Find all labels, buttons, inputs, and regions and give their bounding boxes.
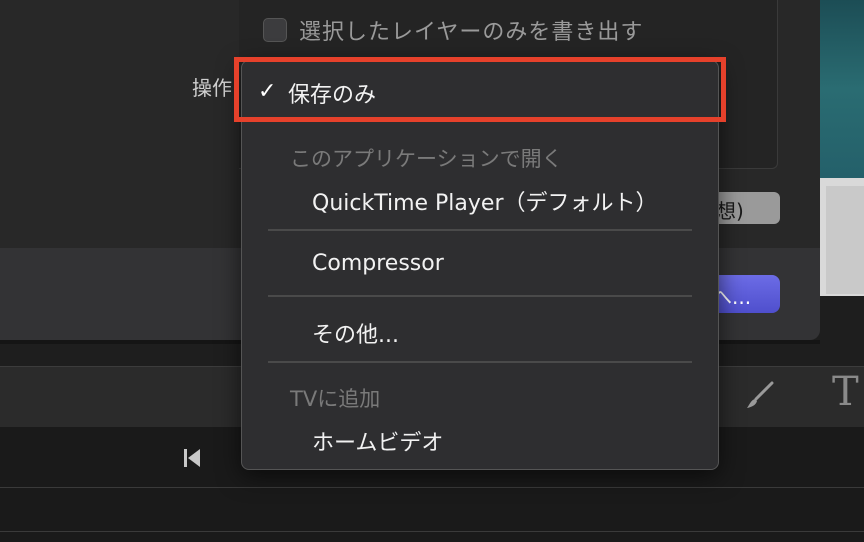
check-icon: ✓ (258, 79, 277, 104)
export-selected-layers-row[interactable]: 選択したレイヤーのみを書き出す (263, 14, 643, 46)
export-selected-layers-label: 選択したレイヤーのみを書き出す (299, 20, 644, 45)
menu-item-quicktime[interactable]: QuickTime Player（デフォルト） (312, 185, 658, 217)
prev-frame-icon[interactable] (182, 447, 202, 469)
menu-item-other[interactable]: その他... (312, 317, 399, 349)
open-with-heading: このアプリケーションで開く (290, 147, 563, 171)
menu-item-home-video[interactable]: ホームビデオ (312, 425, 443, 457)
menu-separator (268, 295, 692, 297)
operation-label: 操作 (192, 76, 232, 100)
operation-dropdown-menu: ✓ 保存のみ このアプリケーションで開く QuickTime Player（デフ… (241, 60, 719, 470)
text-tool-icon[interactable]: T (832, 372, 859, 412)
timeline-divider (0, 487, 864, 488)
partial-popup-label: 想) (716, 199, 744, 223)
tv-heading: TVに追加 (290, 387, 381, 411)
menu-item-save-only[interactable]: ✓ 保存のみ (244, 67, 716, 115)
brush-icon[interactable] (744, 380, 776, 412)
menu-item-compressor[interactable]: Compressor (312, 251, 444, 276)
preview-thumbnail (826, 186, 864, 294)
timeline-divider (0, 531, 864, 532)
menu-item-save-only-label: 保存のみ (288, 83, 377, 108)
menu-separator (268, 361, 692, 363)
menu-separator (268, 229, 692, 231)
checkbox-icon[interactable] (263, 18, 287, 42)
